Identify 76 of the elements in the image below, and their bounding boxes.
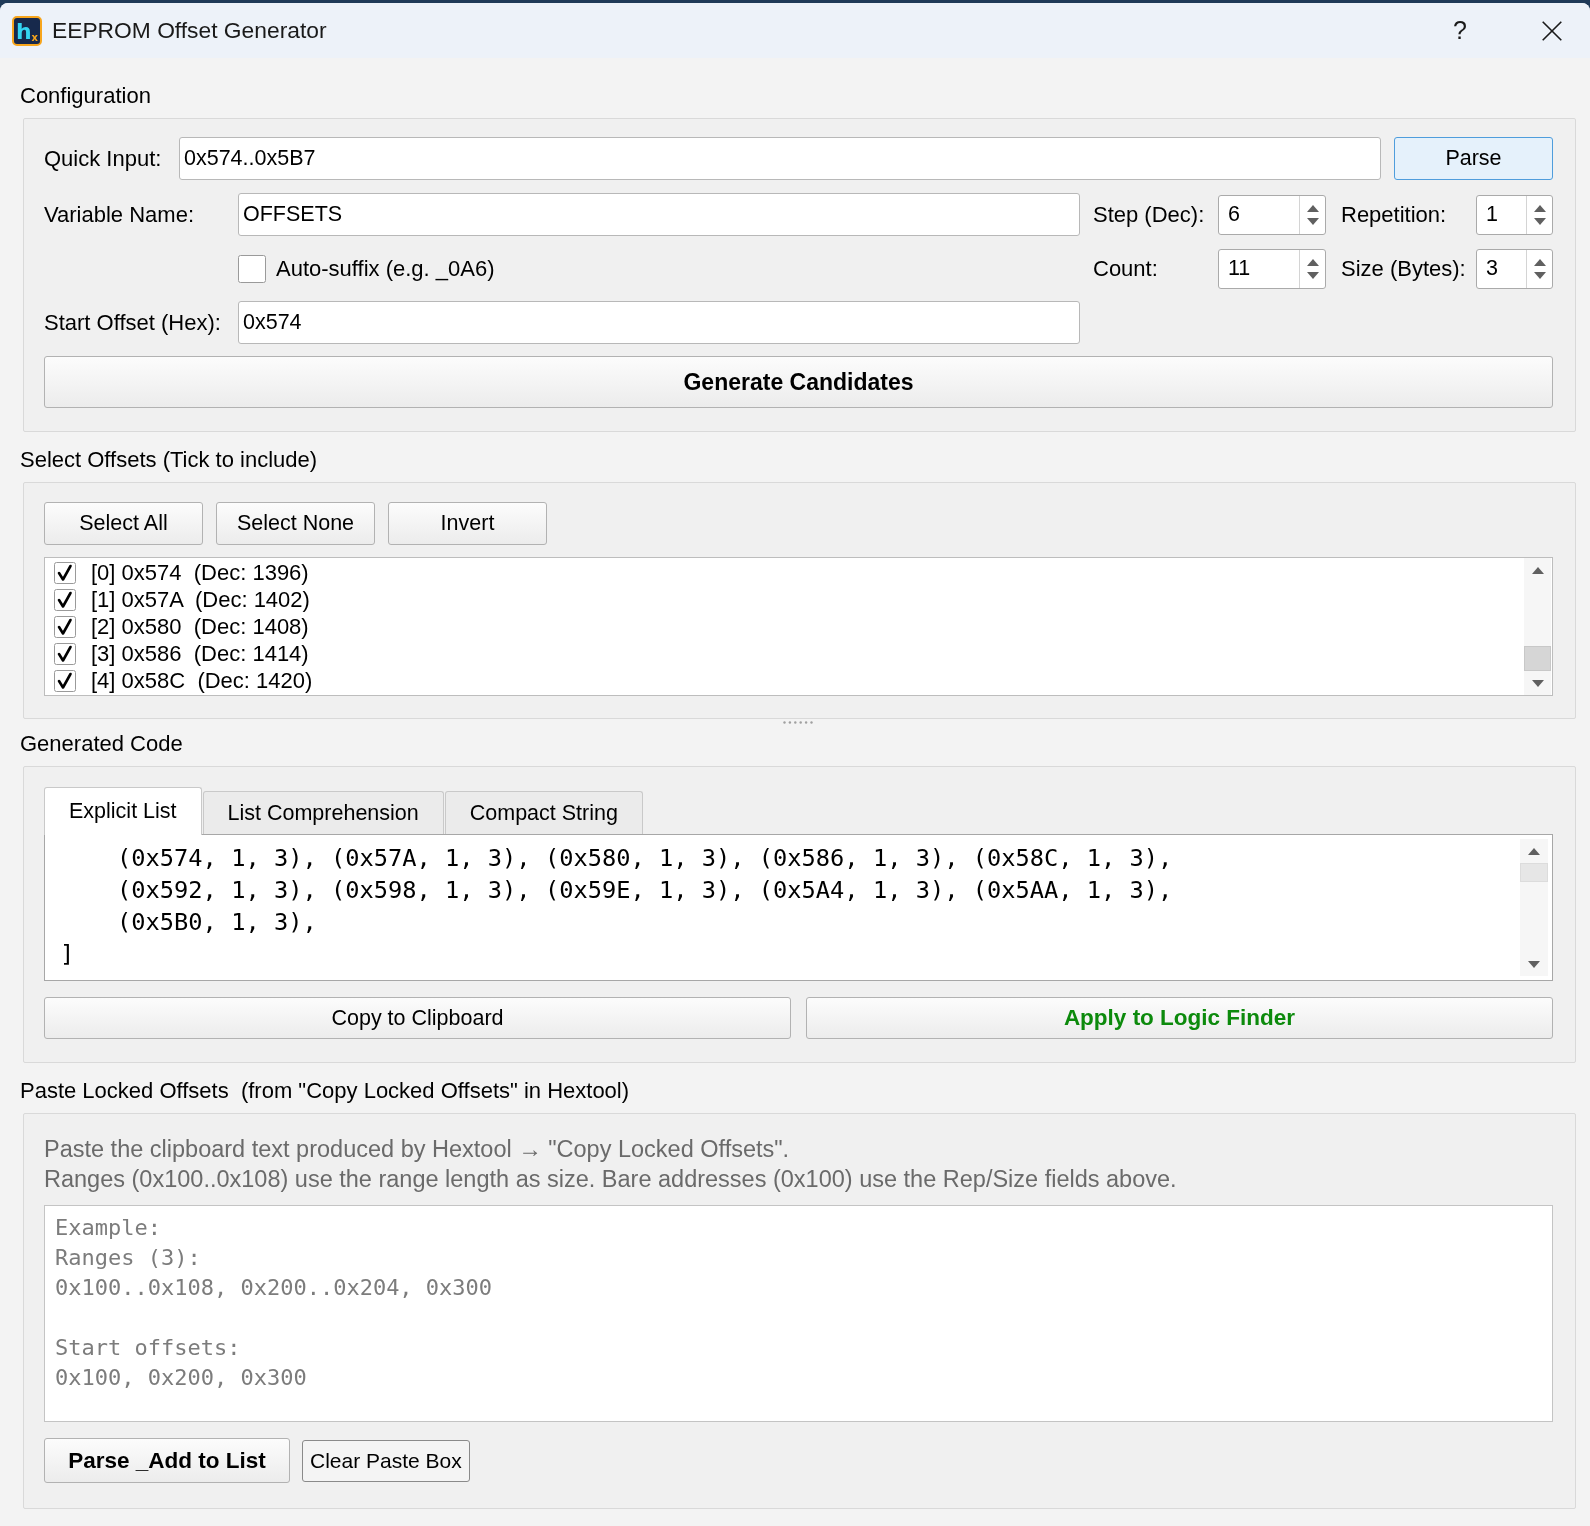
scrollbar[interactable]	[1520, 839, 1548, 976]
spin-box-input[interactable]: 3	[1477, 249, 1526, 288]
field-label: Variable Name:	[44, 201, 195, 228]
offset-list[interactable]: [0] 0x574 (Dec: 1396) [1] 0x57A (Dec: 1402) [2] 0x580 (Dec: 1408) [3] 0x586 (Dec: 1414) [4] 0x58C (Dec: 1420)	[44, 557, 1553, 696]
button[interactable]: Parse _Add to List	[44, 1438, 290, 1483]
spin-up-arrow-icon[interactable]	[1533, 258, 1546, 266]
code-line: ]	[60, 939, 76, 970]
offset-label[interactable]: [1] 0x57A (Dec: 1402)	[91, 586, 310, 613]
paste-textarea[interactable]: Example: Ranges (3): 0x100..0x108, 0x200..0x204, 0x300 Start offsets: 0x100, 0x200, 0x300	[44, 1205, 1553, 1422]
tab[interactable]: List Comprehension	[202, 791, 444, 834]
window-title: EEPROM Offset Generator	[52, 17, 327, 44]
scroll-up-arrow-icon[interactable]	[1528, 847, 1540, 855]
spin-up-arrow-icon[interactable]	[1306, 258, 1319, 266]
text-input[interactable]: OFFSETS	[238, 193, 1080, 236]
section-title: Paste Locked Offsets (from "Copy Locked Offsets" in Hextool)	[20, 1079, 631, 1103]
generate-button[interactable]: Generate Candidates	[44, 356, 1553, 408]
field-label: Step (Dec):	[1092, 201, 1206, 228]
help-button[interactable]: ?	[1440, 10, 1480, 51]
section-title: Generated Code	[20, 732, 184, 756]
text-input[interactable]: 0x574	[238, 301, 1080, 344]
spin-up-arrow-icon[interactable]	[1533, 204, 1546, 212]
scroll-down-arrow-icon[interactable]	[1531, 679, 1544, 687]
spin-box[interactable]: 3	[1476, 248, 1553, 289]
field-label: Size (Bytes):	[1340, 255, 1467, 282]
checkbox[interactable]	[54, 615, 76, 638]
scroll-up-arrow-icon[interactable]	[1531, 566, 1544, 574]
spin-box-input[interactable]: 6	[1219, 195, 1299, 234]
button[interactable]: Clear Paste Box	[302, 1439, 470, 1482]
spin-box[interactable]: 1	[1476, 194, 1553, 235]
spin-down-arrow-icon[interactable]	[1306, 271, 1319, 279]
field-label: Quick Input:	[44, 145, 163, 172]
offset-label[interactable]: [4] 0x58C (Dec: 1420)	[91, 667, 313, 694]
code-line: (0x574, 1, 3), (0x57A, 1, 3), (0x580, 1, 3), (0x586, 1, 3), (0x58C, 1, 3),	[116, 843, 1174, 874]
text-input[interactable]: 0x574..0x5B7	[179, 137, 1381, 180]
section-title: Select Offsets (Tick to include)	[20, 448, 319, 472]
splitter-grip-icon[interactable]	[783, 721, 813, 724]
description-text: Paste the clipboard text produced by Hextool → "Copy Locked Offsets".	[44, 1135, 791, 1164]
checkbox-label[interactable]: Auto-suffix (e.g. _0A6)	[276, 255, 495, 282]
spin-box[interactable]: 11	[1218, 248, 1326, 289]
checkbox[interactable]	[54, 561, 76, 584]
button[interactable]: Apply to Logic Finder	[806, 997, 1553, 1039]
button[interactable]: Copy to Clipboard	[44, 997, 791, 1039]
checkbox[interactable]	[54, 669, 76, 692]
tab[interactable]: Explicit List	[44, 787, 202, 835]
field-label: Start Offset (Hex):	[44, 309, 222, 336]
offset-label[interactable]: [0] 0x574 (Dec: 1396)	[91, 559, 309, 586]
offset-label[interactable]: [2] 0x580 (Dec: 1408)	[91, 613, 309, 640]
spin-down-arrow-icon[interactable]	[1306, 217, 1319, 225]
code-line: (0x592, 1, 3), (0x598, 1, 3), (0x59E, 1, 3), (0x5A4, 1, 3), (0x5AA, 1, 3),	[116, 875, 1174, 906]
spin-box-input[interactable]: 11	[1219, 249, 1299, 288]
button[interactable]: Invert	[388, 502, 547, 545]
scrollbar-thumb[interactable]	[1524, 646, 1551, 671]
button[interactable]: Select None	[216, 502, 375, 545]
tab[interactable]: Compact String	[444, 791, 643, 834]
checkbox[interactable]	[238, 254, 266, 283]
scrollbar[interactable]	[1524, 558, 1551, 695]
spin-box-input[interactable]: 1	[1477, 195, 1526, 234]
scrollbar-thumb[interactable]	[1520, 863, 1548, 882]
button[interactable]: Select All	[44, 502, 203, 545]
field-label: Count:	[1092, 255, 1159, 282]
spin-down-arrow-icon[interactable]	[1533, 217, 1546, 225]
code-editor[interactable]: (0x574, 1, 3), (0x57A, 1, 3), (0x580, 1, 3), (0x586, 1, 3), (0x58C, 1, 3), (0x592, 1, 3), (0x598, 1, 3), (0x59E, 1, 3), (0x5A4, 1, 3), (0x5AA, 1, 3), (0x5B0, 1, 3), ]	[44, 834, 1553, 981]
spin-up-arrow-icon[interactable]	[1306, 204, 1319, 212]
description-text: Ranges (0x100..0x108) use the range length as size. Bare addresses (0x100) use the Rep/Size fields above.	[44, 1165, 1178, 1194]
app-logo: hx	[12, 15, 42, 46]
field-label: Repetition:	[1340, 201, 1448, 228]
parse-button[interactable]: Parse	[1394, 137, 1553, 180]
section-title: Configuration	[20, 84, 152, 108]
code-line: (0x5B0, 1, 3),	[116, 907, 318, 938]
offset-label[interactable]: [3] 0x586 (Dec: 1414)	[91, 640, 309, 667]
spin-box[interactable]: 6	[1218, 194, 1326, 235]
checkbox[interactable]	[54, 588, 76, 611]
spin-down-arrow-icon[interactable]	[1533, 271, 1546, 279]
close-icon[interactable]	[1542, 20, 1562, 41]
scroll-down-arrow-icon[interactable]	[1528, 960, 1540, 968]
checkbox[interactable]	[54, 642, 76, 665]
